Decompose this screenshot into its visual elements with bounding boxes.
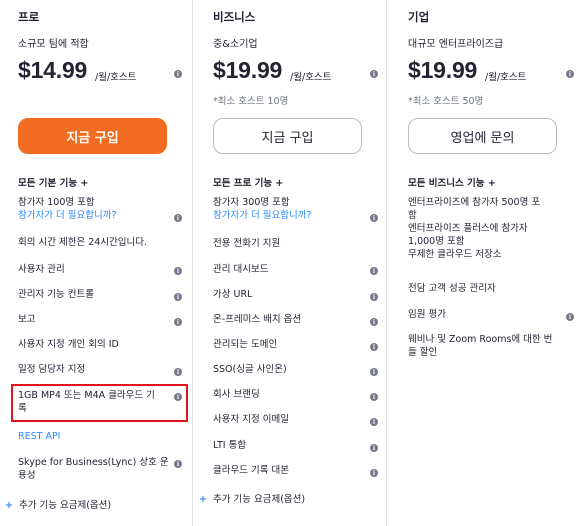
- info-icon[interactable]: i: [174, 293, 182, 301]
- feature-participants: 참가자 100명 포함: [18, 197, 95, 208]
- feature-participants: 참가자 300명 포함: [213, 197, 290, 208]
- feature-meeting-limit: 회의 시간 제한은 24시간입니다.: [18, 237, 148, 248]
- feature-lti-integration: LTI 통합: [213, 440, 247, 451]
- feature-cloud-transcript: 클라우드 기록 대본: [213, 465, 289, 476]
- feature-admin-controls: 관리자 기능 컨트롤: [18, 289, 94, 300]
- info-icon[interactable]: i: [370, 393, 378, 401]
- info-icon[interactable]: i: [370, 318, 378, 326]
- info-icon[interactable]: i: [370, 70, 378, 78]
- plus-icon: +: [5, 500, 13, 511]
- info-icon[interactable]: i: [174, 214, 182, 222]
- feature-unlimited-cloud-storage: 무제한 클라우드 저장소: [408, 249, 502, 260]
- feature-enterprise-participants-cont: 함: [408, 210, 417, 221]
- feature-enterprise-participants: 엔터프라이즈에 참가자 500명 포: [408, 197, 541, 208]
- info-icon[interactable]: i: [370, 444, 378, 452]
- feature-vanity-url: 가상 URL: [213, 289, 253, 300]
- column-divider: [386, 0, 387, 526]
- section-title: 모든 기본 기능 +: [18, 178, 89, 189]
- addon-plans-link[interactable]: + 추가 기능 요금제(옵션): [5, 500, 111, 513]
- feature-personal-meeting-id: 사용자 지정 개인 회의 ID: [18, 339, 119, 350]
- minimum-hosts-note: *최소 호스트 10명: [213, 96, 289, 107]
- addon-plans-link[interactable]: + 추가 기능 요금제(옵션): [199, 494, 305, 507]
- feature-custom-email: 사용자 지정 이메일: [213, 414, 289, 425]
- minimum-hosts-note: *최소 호스트 50명: [408, 96, 484, 107]
- section-title: 모든 프로 기능 +: [213, 178, 284, 189]
- feature-skype-interop: Skype for Business(Lync) 상호 운: [18, 457, 169, 468]
- info-icon[interactable]: i: [370, 368, 378, 376]
- contact-sales-button[interactable]: 영업에 문의: [408, 118, 557, 154]
- info-icon[interactable]: i: [174, 267, 182, 275]
- plan-name: 기업: [408, 10, 430, 24]
- feature-on-premise: 온-프레미스 배치 옵션: [213, 314, 302, 325]
- info-icon[interactable]: i: [566, 70, 574, 78]
- feature-enterprise-plus-participants-cont: 1,000명 포함: [408, 236, 465, 247]
- feature-reports: 보고: [18, 314, 36, 325]
- info-icon[interactable]: i: [174, 460, 182, 468]
- feature-webinar-discount: 웨비나 및 Zoom Rooms에 대한 번: [408, 334, 553, 345]
- price-unit: /월/호스트: [485, 72, 527, 83]
- info-icon[interactable]: i: [370, 214, 378, 222]
- info-icon[interactable]: i: [370, 267, 378, 275]
- plan-description: 중&소기업: [213, 39, 258, 50]
- plan-price: $14.99: [18, 57, 88, 83]
- info-icon[interactable]: i: [566, 313, 574, 321]
- need-more-participants-link[interactable]: 참가자가 더 필요합니까?: [18, 210, 116, 223]
- feature-company-branding: 회사 브랜딩: [213, 389, 260, 400]
- feature-scheduler: 일정 담당자 지정: [18, 364, 86, 375]
- feature-admin-dashboard: 관리 대시보드: [213, 264, 269, 275]
- info-icon[interactable]: i: [370, 293, 378, 301]
- feature-user-management: 사용자 관리: [18, 264, 65, 275]
- plus-icon: +: [199, 494, 207, 505]
- plan-name: 비즈니스: [213, 10, 256, 24]
- addon-plans-label: 추가 기능 요금제(옵션): [18, 500, 112, 511]
- info-icon[interactable]: i: [174, 368, 182, 376]
- pricing-page: 프로 소규모 팀에 적합 $14.99 /월/호스트 i 지금 구입 모든 기본…: [0, 0, 582, 526]
- plan-price: $19.99: [213, 57, 283, 83]
- feature-cloud-recording-cont: 록: [18, 403, 27, 414]
- feature-skype-interop-cont: 용성: [18, 470, 36, 481]
- feature-executive-review: 임원 평가: [408, 309, 446, 320]
- need-more-participants-link[interactable]: 참가자가 더 필요합니까?: [213, 210, 311, 223]
- feature-sso: SSO(싱글 사인온): [213, 364, 287, 375]
- price-unit: /월/호스트: [290, 72, 332, 83]
- addon-plans-label: 추가 기능 요금제(옵션): [212, 494, 306, 505]
- info-icon[interactable]: i: [370, 418, 378, 426]
- buy-now-button-pro[interactable]: 지금 구입: [18, 118, 167, 154]
- info-icon[interactable]: i: [174, 393, 182, 401]
- feature-dial-in: 전용 전화기 지원: [213, 238, 281, 249]
- info-icon[interactable]: i: [370, 343, 378, 351]
- rest-api-link[interactable]: REST API: [18, 431, 61, 444]
- section-title: 모든 비즈니스 기능 +: [408, 178, 496, 189]
- info-icon[interactable]: i: [174, 70, 182, 78]
- feature-enterprise-plus-participants: 엔터프라이즈 플러스에 참가자: [408, 223, 528, 234]
- feature-managed-domains: 관리되는 도메인: [213, 339, 278, 350]
- info-icon[interactable]: i: [370, 469, 378, 477]
- feature-success-manager: 전담 고객 성공 관리자: [408, 283, 496, 294]
- plan-description: 대규모 엔터프라이즈급: [408, 39, 504, 50]
- column-divider: [192, 0, 193, 526]
- plan-price: $19.99: [408, 57, 478, 83]
- feature-cloud-recording: 1GB MP4 또는 M4A 클라우드 기: [18, 390, 155, 401]
- feature-webinar-discount-cont: 들 할인: [408, 347, 438, 358]
- plan-name: 프로: [18, 10, 40, 24]
- info-icon[interactable]: i: [174, 318, 182, 326]
- buy-now-button-business[interactable]: 지금 구입: [213, 118, 362, 154]
- price-unit: /월/호스트: [95, 72, 137, 83]
- plan-description: 소규모 팀에 적합: [18, 39, 89, 50]
